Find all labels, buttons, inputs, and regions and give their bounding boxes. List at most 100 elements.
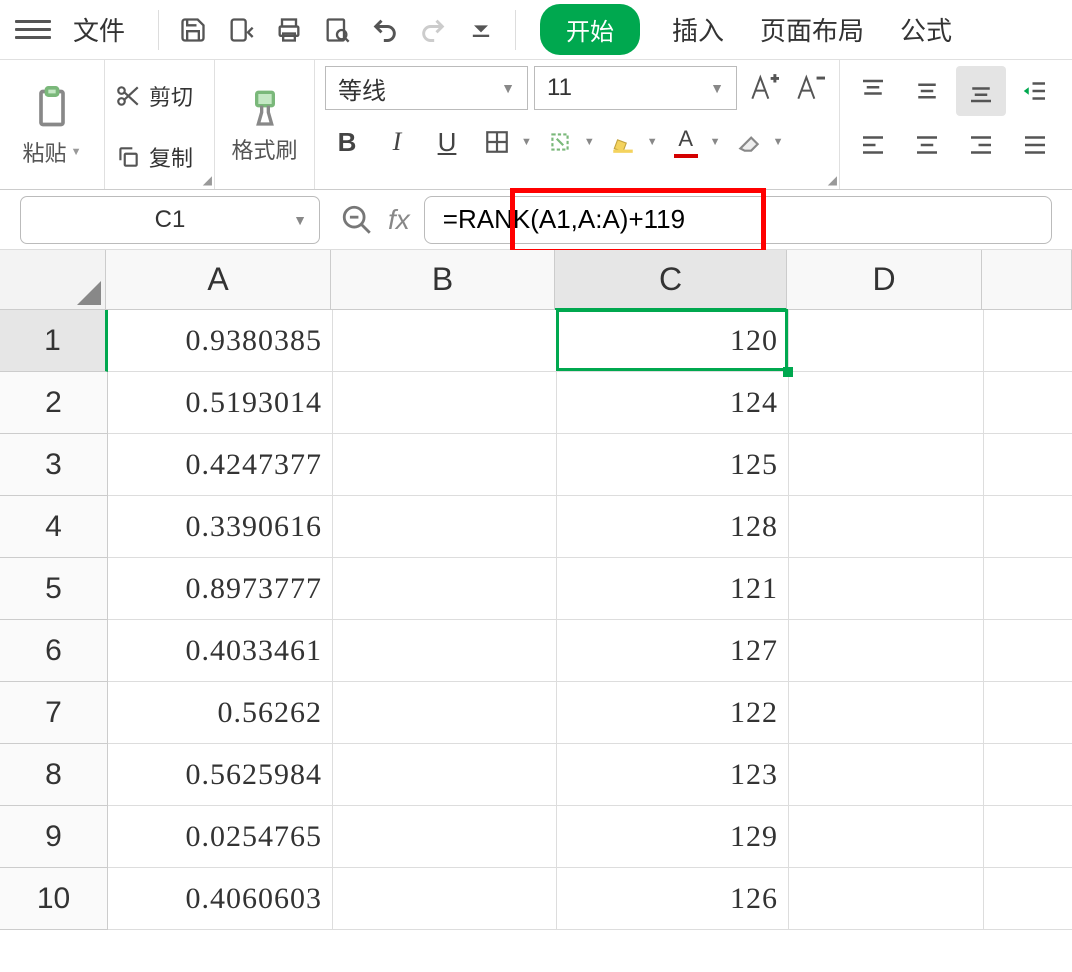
column-header[interactable]: D (787, 250, 982, 310)
cell[interactable] (984, 496, 1072, 558)
cut-button[interactable]: 剪切 (115, 80, 204, 112)
cell[interactable]: 0.56262 (108, 682, 333, 744)
print-icon[interactable] (269, 10, 309, 50)
format-painter-button[interactable]: 格式刷 (231, 133, 297, 165)
align-top-button[interactable] (848, 66, 898, 116)
cell[interactable] (333, 806, 557, 868)
row-header[interactable]: 5 (0, 558, 108, 620)
font-name-select[interactable]: 等线▼ (325, 66, 528, 110)
clipboard-expand-icon[interactable]: ◢ (203, 173, 212, 187)
cell[interactable] (984, 434, 1072, 496)
cell[interactable]: 0.8973777 (108, 558, 333, 620)
menu-start[interactable]: 开始 (540, 4, 640, 55)
row-header[interactable]: 1 (0, 310, 108, 372)
cell[interactable]: 121 (557, 558, 789, 620)
cell[interactable] (789, 496, 984, 558)
decrease-indent-button[interactable] (1010, 66, 1060, 116)
column-header[interactable]: A (106, 250, 331, 310)
cell[interactable] (984, 744, 1072, 806)
copy-button[interactable]: 复制 (115, 141, 204, 173)
export-icon[interactable] (221, 10, 261, 50)
more-dropdown-icon[interactable] (461, 10, 501, 50)
cell[interactable]: 122 (557, 682, 789, 744)
chevron-down-icon[interactable]: ▼ (773, 136, 784, 148)
column-header[interactable] (982, 250, 1072, 310)
cell[interactable]: 124 (557, 372, 789, 434)
zoom-out-icon[interactable] (340, 203, 374, 237)
increase-font-icon[interactable]: + (743, 68, 783, 108)
cell[interactable]: 0.0254765 (108, 806, 333, 868)
chevron-down-icon[interactable]: ▼ (521, 136, 532, 148)
row-header[interactable]: 10 (0, 868, 108, 930)
italic-button[interactable]: I (375, 120, 419, 164)
cell[interactable] (984, 372, 1072, 434)
font-color-button[interactable]: A (664, 120, 708, 164)
cell[interactable] (789, 558, 984, 620)
cell[interactable] (789, 310, 984, 372)
cell[interactable] (789, 868, 984, 930)
redo-icon[interactable] (413, 10, 453, 50)
cell[interactable]: 0.5193014 (108, 372, 333, 434)
row-header[interactable]: 2 (0, 372, 108, 434)
cell[interactable]: 129 (557, 806, 789, 868)
align-right-button[interactable] (956, 120, 1006, 170)
row-header[interactable]: 7 (0, 682, 108, 744)
decrease-font-icon[interactable]: − (789, 68, 829, 108)
cell[interactable] (333, 868, 557, 930)
menu-file[interactable]: 文件 (59, 5, 139, 54)
column-header[interactable]: B (331, 250, 555, 310)
clipboard-icon[interactable] (27, 86, 77, 130)
cell[interactable] (984, 806, 1072, 868)
cell[interactable] (333, 372, 557, 434)
cell[interactable] (984, 868, 1072, 930)
row-header[interactable]: 6 (0, 620, 108, 682)
cell[interactable] (333, 558, 557, 620)
cell[interactable]: 125 (557, 434, 789, 496)
cell[interactable]: 120 (557, 310, 789, 372)
cell[interactable]: 0.9380385 (108, 310, 333, 372)
cell[interactable] (984, 310, 1072, 372)
cell[interactable]: 0.4033461 (108, 620, 333, 682)
select-all-corner[interactable] (0, 250, 106, 310)
preview-icon[interactable] (317, 10, 357, 50)
undo-icon[interactable] (365, 10, 405, 50)
name-box[interactable]: C1 ▼ (20, 196, 320, 244)
cell[interactable]: 128 (557, 496, 789, 558)
underline-button[interactable]: U (425, 120, 469, 164)
formula-input[interactable] (424, 196, 1052, 244)
font-expand-icon[interactable]: ◢ (828, 173, 837, 187)
menu-formula[interactable]: 公式 (886, 5, 966, 54)
cell[interactable]: 123 (557, 744, 789, 806)
font-size-select[interactable]: 11▼ (534, 66, 737, 110)
cell[interactable]: 127 (557, 620, 789, 682)
brush-icon[interactable] (245, 89, 285, 129)
cell[interactable] (789, 744, 984, 806)
eraser-button[interactable] (727, 120, 771, 164)
cell[interactable]: 0.4060603 (108, 868, 333, 930)
cell[interactable] (333, 620, 557, 682)
hamburger-icon[interactable] (15, 12, 51, 48)
save-icon[interactable] (173, 10, 213, 50)
cell[interactable]: 0.3390616 (108, 496, 333, 558)
cell[interactable] (984, 558, 1072, 620)
align-left-button[interactable] (848, 120, 898, 170)
cell[interactable] (789, 620, 984, 682)
paste-button[interactable]: 粘贴▼ (23, 136, 82, 168)
row-header[interactable]: 8 (0, 744, 108, 806)
menu-insert[interactable]: 插入 (658, 5, 738, 54)
row-header[interactable]: 4 (0, 496, 108, 558)
column-header[interactable]: C (555, 250, 787, 310)
highlight-button[interactable] (601, 120, 645, 164)
bold-button[interactable]: B (325, 120, 369, 164)
menu-layout[interactable]: 页面布局 (746, 5, 878, 54)
align-bottom-button[interactable] (956, 66, 1006, 116)
cell[interactable]: 0.5625984 (108, 744, 333, 806)
cell[interactable] (333, 496, 557, 558)
align-middle-button[interactable] (902, 66, 952, 116)
align-center-button[interactable] (902, 120, 952, 170)
cell[interactable] (333, 310, 557, 372)
fx-icon[interactable]: fx (388, 204, 410, 236)
cell[interactable] (333, 744, 557, 806)
row-header[interactable]: 3 (0, 434, 108, 496)
cell[interactable]: 0.4247377 (108, 434, 333, 496)
